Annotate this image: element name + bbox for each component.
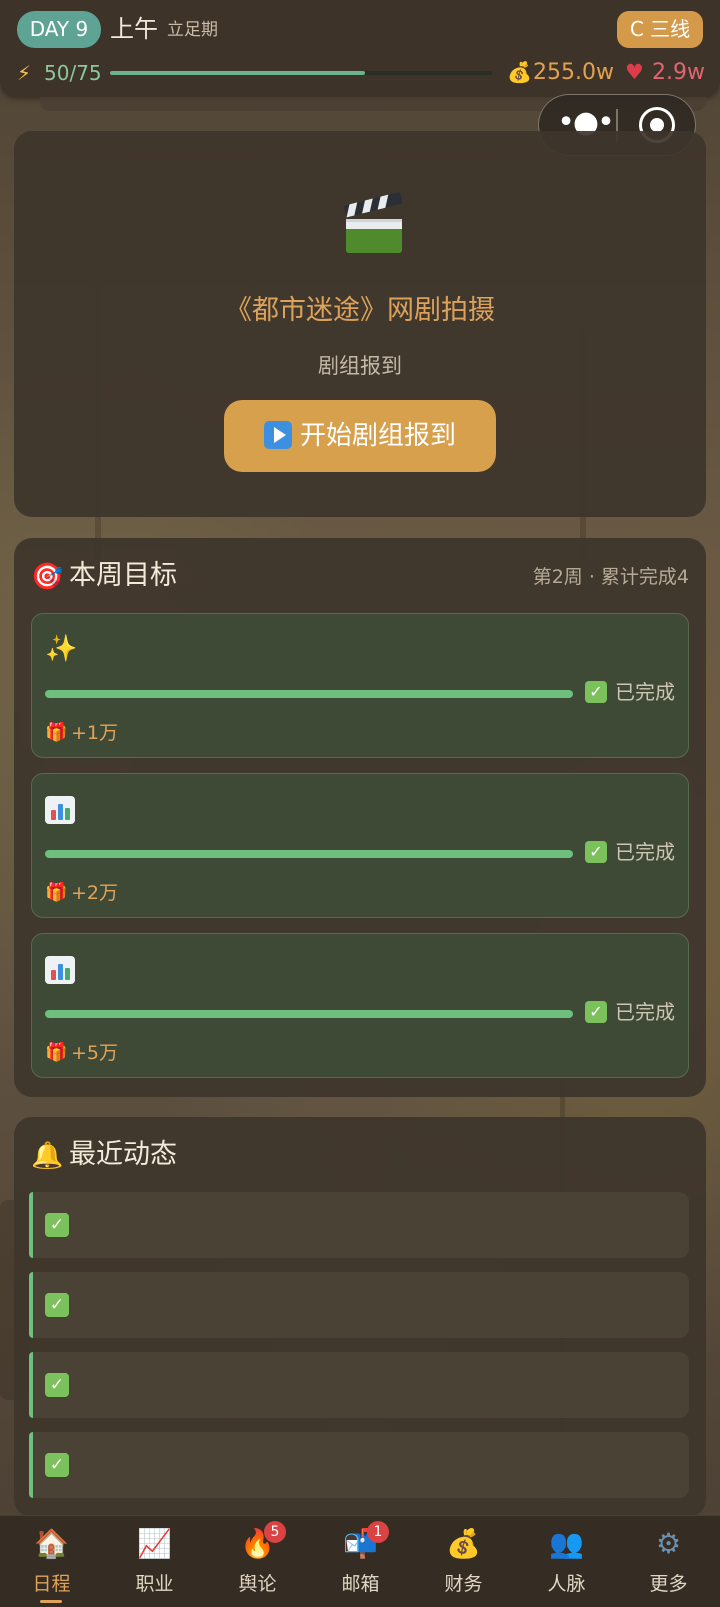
heart-icon: ♥: [625, 60, 644, 84]
energy-bar: [110, 71, 492, 75]
money-value: 255.0w: [533, 60, 614, 85]
tab-career[interactable]: 📈 职业: [103, 1516, 206, 1607]
activity-item[interactable]: ✓: [29, 1432, 689, 1498]
tab-label: 舆论: [238, 1573, 277, 1595]
weekly-goals-title: 本周目标: [69, 560, 177, 591]
event-subtitle: 剧组报到: [318, 354, 402, 378]
check-icon: ✓: [585, 841, 607, 863]
tab-label: 邮箱: [341, 1573, 380, 1595]
goal-progress-bar: [45, 850, 573, 858]
event-title: 《都市迷途》网剧拍摄: [225, 295, 495, 326]
tier-badge[interactable]: C 三线: [617, 11, 703, 48]
check-icon: ✓: [585, 1001, 607, 1023]
bottom-tab-bar: 🏠 日程 📈 职业 🔥 5 舆论 📬 1 邮箱 💰 财务 👥 人脉 ⚙ 更多: [0, 1515, 720, 1607]
clapperboard-icon: [344, 192, 403, 253]
mailbox-icon: 📬: [343, 1527, 378, 1560]
gift-icon: 🎁: [45, 882, 68, 903]
weekly-goals-meta: 第2周 · 累计完成4: [532, 566, 689, 588]
money-bag-icon: 💰: [507, 60, 532, 84]
tab-label: 职业: [135, 1573, 174, 1595]
check-icon: ✓: [585, 681, 607, 703]
goal-status: 已完成: [615, 840, 675, 864]
gift-icon: 🎁: [45, 1042, 68, 1063]
activity-item[interactable]: ✓: [29, 1272, 689, 1338]
tab-label: 人脉: [547, 1573, 586, 1595]
goal-progress-bar: [45, 690, 573, 698]
tab-mailbox[interactable]: 📬 1 邮箱: [309, 1516, 412, 1607]
goal-progress-fill: [45, 1010, 573, 1018]
money-bag-icon: 💰: [446, 1527, 481, 1560]
status-bar: DAY 9 上午 立足期 C 三线 ⚡ 50/75 💰 255.0w ♥ 2.9…: [0, 0, 720, 97]
check-icon: ✓: [45, 1373, 69, 1397]
start-event-button[interactable]: 开始剧组报到: [224, 400, 496, 472]
goal-reward: +2万: [71, 882, 119, 904]
gift-icon: 🎁: [45, 722, 68, 743]
check-icon: ✓: [45, 1453, 69, 1477]
time-period: 上午: [110, 15, 158, 43]
start-event-button-label: 开始剧组报到: [299, 421, 456, 451]
bell-icon: 🔔: [31, 1141, 64, 1171]
notification-badge: 1: [367, 1521, 389, 1543]
current-event-card: 《都市迷途》网剧拍摄 剧组报到 开始剧组报到: [14, 131, 706, 517]
goal-item[interactable]: ✨ ✓ 已完成 🎁 +1万: [31, 613, 689, 758]
goal-status: 已完成: [615, 1000, 675, 1024]
goal-item[interactable]: ✓ 已完成 🎁 +5万: [31, 933, 689, 1078]
play-icon: [263, 421, 292, 449]
tab-network[interactable]: 👥 人脉: [515, 1516, 618, 1607]
energy-bar-fill: [110, 71, 365, 75]
day-badge: DAY 9: [17, 11, 101, 48]
active-tab-indicator: [40, 1600, 62, 1603]
activity-item[interactable]: ✓: [29, 1352, 689, 1418]
check-icon: ✓: [45, 1213, 69, 1237]
recent-activity-card: 🔔 最近动态 ✓ ✓ ✓ ✓: [14, 1117, 706, 1517]
fans-value: 2.9w: [652, 60, 705, 85]
activity-item[interactable]: ✓: [29, 1192, 689, 1258]
chart-up-icon: 📈: [137, 1527, 172, 1560]
tab-finance[interactable]: 💰 财务: [412, 1516, 515, 1607]
lightning-icon: ⚡: [17, 61, 32, 85]
goal-item[interactable]: ✓ 已完成 🎁 +2万: [31, 773, 689, 918]
gear-icon: ⚙: [655, 1527, 682, 1560]
energy-value: 50/75: [44, 61, 102, 85]
tab-more[interactable]: ⚙ 更多: [617, 1516, 720, 1607]
tab-label: 更多: [649, 1573, 688, 1595]
tab-public-opinion[interactable]: 🔥 5 舆论: [206, 1516, 309, 1607]
career-phase: 立足期: [167, 20, 218, 40]
tab-label: 日程: [32, 1573, 71, 1595]
target-icon: 🎯: [31, 562, 64, 592]
goal-status: 已完成: [615, 680, 675, 704]
weekly-goals-card: 🎯 本周目标 第2周 · 累计完成4 ✨ ✓ 已完成 🎁 +1万 ✓ 已完成 🎁…: [14, 538, 706, 1097]
bar-chart-icon: [45, 956, 75, 984]
tab-schedule[interactable]: 🏠 日程: [0, 1516, 103, 1607]
goal-reward: +1万: [71, 722, 119, 744]
goal-progress-fill: [45, 850, 573, 858]
bar-chart-icon: [45, 796, 75, 824]
goal-progress-fill: [45, 690, 573, 698]
sparkles-icon: ✨: [45, 634, 78, 664]
goal-reward: +5万: [71, 1042, 119, 1064]
people-icon: 👥: [549, 1527, 584, 1560]
check-icon: ✓: [45, 1293, 69, 1317]
house-icon: 🏠: [34, 1527, 69, 1560]
goal-progress-bar: [45, 1010, 573, 1018]
notification-badge: 5: [264, 1521, 286, 1543]
tab-label: 财务: [444, 1573, 483, 1595]
fire-icon: 🔥: [240, 1527, 275, 1560]
recent-activity-title: 最近动态: [69, 1139, 177, 1170]
